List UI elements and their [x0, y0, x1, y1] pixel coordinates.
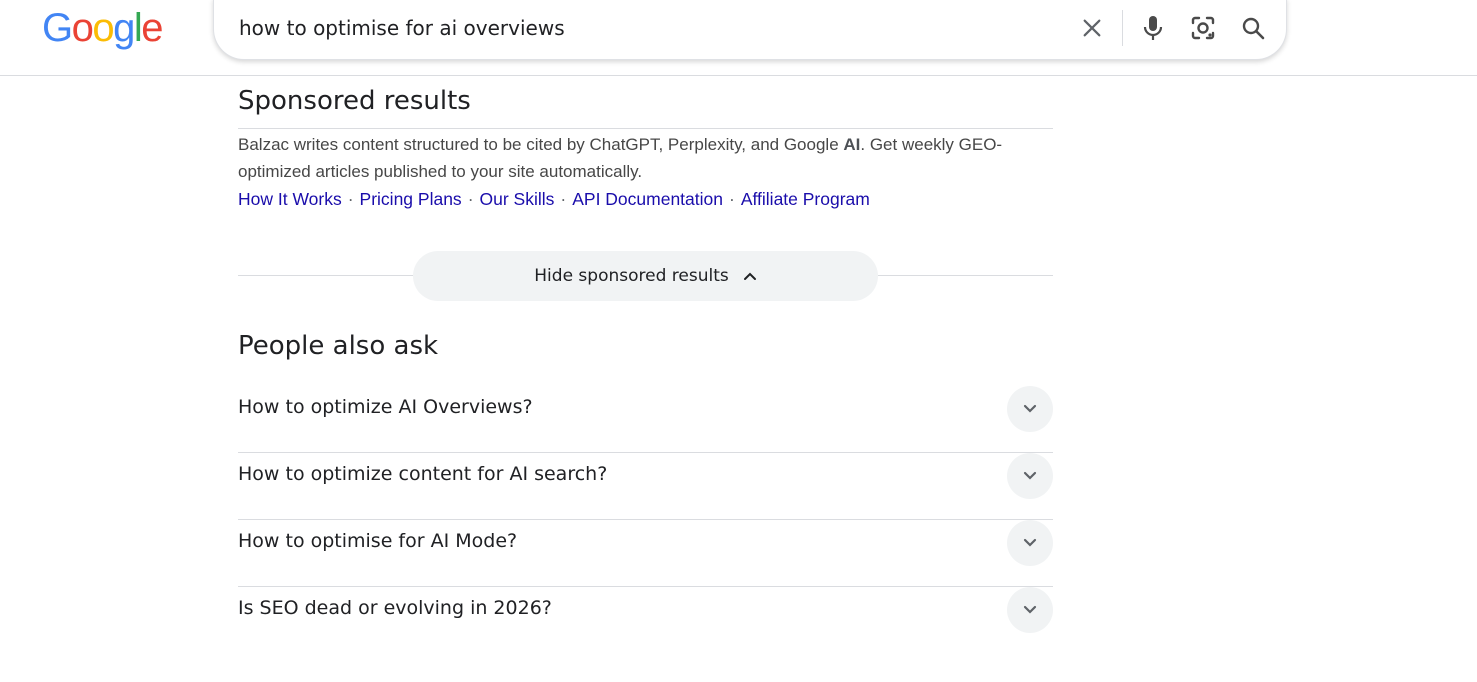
paa-question-text: How to optimize AI Overviews? [238, 396, 533, 418]
ad-description: Balzac writes content structured to be c… [238, 131, 1038, 185]
search-divider [1122, 10, 1123, 46]
ad-sitelinks: How It Works · Pricing Plans · Our Skills · AP… [238, 186, 870, 212]
logo-letter: l [133, 6, 143, 50]
logo-letter: g [113, 6, 135, 50]
logo-letter: o [71, 6, 94, 50]
search-icon[interactable] [1238, 13, 1268, 43]
microphone-icon[interactable] [1138, 13, 1168, 43]
paa-question-text: Is SEO dead or evolving in 2026? [238, 597, 552, 619]
sitelink-pricing-plans[interactable]: Pricing Plans [360, 189, 462, 209]
hide-sponsored-results-button[interactable]: Hide sponsored results [413, 251, 878, 301]
ad-description-text: Balzac writes content structured to be c… [238, 135, 844, 154]
sitelink-separator: · [467, 189, 474, 209]
sitelink-separator: · [560, 189, 567, 209]
hide-sponsored-row: Hide sponsored results [238, 251, 1053, 301]
sitelink-how-it-works[interactable]: How It Works [238, 189, 342, 209]
search-input[interactable]: how to optimise for ai overviews [239, 16, 565, 40]
paa-question-text: How to optimise for AI Mode? [238, 530, 518, 552]
people-also-ask-heading: People also ask [238, 331, 439, 361]
paa-question-item[interactable]: Is SEO dead or evolving in 2026? [238, 587, 1053, 653]
search-box[interactable]: how to optimise for ai overviews [213, 0, 1287, 60]
sitelink-separator: · [729, 189, 735, 209]
logo-letter: e [141, 6, 163, 50]
sitelink-separator: · [347, 189, 354, 209]
paa-question-item[interactable]: How to optimize content for AI search? [238, 453, 1053, 520]
divider [238, 128, 1053, 129]
sponsored-results-heading: Sponsored results [238, 86, 471, 116]
paa-question-item[interactable]: How to optimise for AI Mode? [238, 520, 1053, 587]
people-also-ask-list: How to optimize AI Overviews? How to opt… [238, 386, 1053, 653]
logo-letter: G [42, 6, 73, 50]
divider [238, 275, 413, 276]
sitelink-affiliate-program[interactable]: Affiliate Program [741, 189, 870, 209]
ad-description-bold: AI [843, 135, 861, 154]
logo-letter: o [92, 6, 114, 50]
google-logo[interactable]: Google [42, 6, 163, 50]
divider [878, 275, 1053, 276]
chevron-down-icon[interactable] [1007, 520, 1053, 566]
header-bar: Google how to optimise for ai overviews [0, 0, 1477, 76]
chevron-up-icon [743, 271, 757, 281]
sitelink-api-documentation[interactable]: API Documentation [572, 189, 723, 209]
chevron-down-icon[interactable] [1007, 386, 1053, 432]
lens-camera-icon[interactable] [1188, 13, 1218, 43]
paa-question-text: How to optimize content for AI search? [238, 463, 608, 485]
close-icon[interactable] [1077, 13, 1107, 43]
chevron-down-icon[interactable] [1007, 453, 1053, 499]
hide-sponsored-label: Hide sponsored results [534, 266, 729, 286]
chevron-down-icon[interactable] [1007, 587, 1053, 633]
paa-question-item[interactable]: How to optimize AI Overviews? [238, 386, 1053, 453]
sitelink-our-skills[interactable]: Our Skills [480, 189, 555, 209]
